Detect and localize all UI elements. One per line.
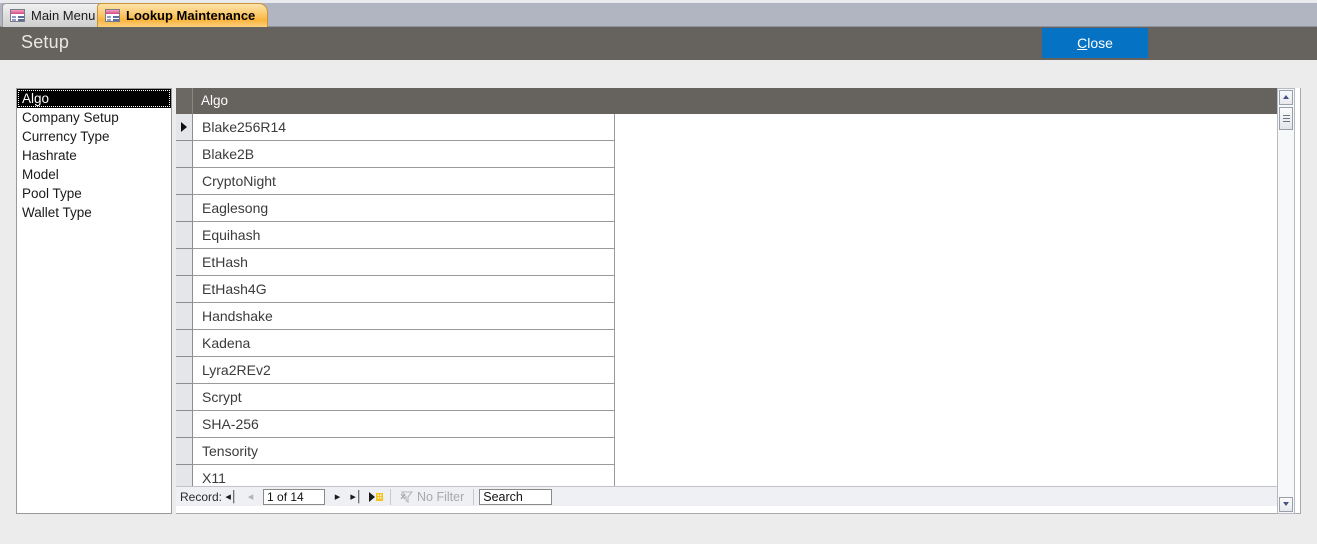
table-row[interactable]: Equihash (176, 222, 1277, 249)
access-form-icon (105, 9, 120, 22)
row-selector[interactable] (176, 303, 193, 330)
scroll-down-icon[interactable] (1279, 497, 1293, 512)
sidebar-item-hashrate[interactable]: Hashrate (17, 146, 171, 165)
next-record-icon[interactable]: ▸ (328, 488, 347, 506)
table-cell-algo[interactable]: EtHash (193, 249, 615, 276)
table-cell-algo[interactable]: Eaglesong (193, 195, 615, 222)
tab-lookup-maintenance-label: Lookup Maintenance (126, 8, 256, 23)
record-navigator-label: Record: (180, 489, 223, 504)
table-row[interactable]: CryptoNight (176, 168, 1277, 195)
form-detail-area: Algo Company Setup Currency Type Hashrat… (0, 60, 1317, 544)
table-row[interactable]: SHA-256 (176, 411, 1277, 438)
column-header-algo[interactable]: Algo (193, 88, 615, 114)
row-selector[interactable] (176, 222, 193, 249)
scroll-thumb[interactable] (1279, 107, 1293, 130)
sidebar-item-currency-type[interactable]: Currency Type (17, 127, 171, 146)
table-cell-algo[interactable]: Handshake (193, 303, 615, 330)
row-selector[interactable] (176, 357, 193, 384)
table-row[interactable]: Handshake (176, 303, 1277, 330)
close-button-accel: C (1077, 35, 1088, 51)
table-cell-algo[interactable]: CryptoNight (193, 168, 615, 195)
table-row[interactable]: EtHash4G (176, 276, 1277, 303)
row-selector[interactable] (176, 168, 193, 195)
filter-status-button[interactable]: No Filter (396, 490, 468, 504)
filter-status-label: No Filter (417, 489, 465, 504)
row-selector[interactable] (176, 330, 193, 357)
table-cell-algo[interactable]: EtHash4G (193, 276, 615, 303)
access-form-icon (10, 9, 25, 22)
close-button-label: lose (1087, 35, 1113, 51)
first-record-icon[interactable]: ◂│ (222, 488, 241, 506)
table-cell-algo[interactable]: X11 (193, 465, 615, 486)
sidebar-item-model[interactable]: Model (17, 165, 171, 184)
table-row[interactable]: Eaglesong (176, 195, 1277, 222)
tab-main-menu-label: Main Menu (31, 8, 96, 23)
table-cell-algo[interactable]: Kadena (193, 330, 615, 357)
navigator-divider-2 (473, 488, 475, 505)
table-row[interactable]: EtHash (176, 249, 1277, 276)
close-button[interactable]: Close (1042, 28, 1148, 58)
row-selector[interactable] (176, 114, 193, 141)
new-record-icon[interactable] (366, 488, 385, 506)
table-row[interactable]: Blake2B (176, 141, 1277, 168)
row-selector[interactable] (176, 438, 193, 465)
previous-record-icon[interactable]: ◂ (241, 488, 260, 506)
category-listbox[interactable]: Algo Company Setup Currency Type Hashrat… (16, 88, 172, 514)
row-selector[interactable] (176, 384, 193, 411)
tab-lookup-maintenance[interactable]: Lookup Maintenance (97, 3, 269, 27)
table-cell-algo[interactable]: Lyra2REv2 (193, 357, 615, 384)
scroll-up-icon[interactable] (1279, 90, 1293, 105)
vertical-scrollbar[interactable] (1277, 88, 1295, 514)
table-row[interactable]: X11 (176, 465, 1277, 486)
table-cell-algo[interactable]: Blake256R14 (193, 114, 615, 141)
page-title: Setup (21, 32, 70, 52)
table-cell-algo[interactable]: Scrypt (193, 384, 615, 411)
filter-icon (400, 490, 414, 503)
row-selector[interactable] (176, 276, 193, 303)
table-cell-algo[interactable]: Blake2B (193, 141, 615, 168)
row-selector[interactable] (176, 411, 193, 438)
last-record-icon[interactable]: ▸│ (347, 488, 366, 506)
row-selector[interactable] (176, 195, 193, 222)
sidebar-item-wallet-type[interactable]: Wallet Type (17, 203, 171, 222)
record-position-input[interactable] (263, 488, 326, 505)
current-record-icon (181, 122, 187, 132)
table-cell-algo[interactable]: Equihash (193, 222, 615, 249)
table-cell-algo[interactable]: SHA-256 (193, 411, 615, 438)
document-tab-bar: Main Menu Lookup Maintenance (0, 0, 1317, 27)
sidebar-item-pool-type[interactable]: Pool Type (17, 184, 171, 203)
record-navigator: Record: ◂│ ◂ ▸ ▸│ (176, 486, 1277, 506)
search-input[interactable] (479, 488, 553, 505)
tab-main-menu[interactable]: Main Menu (2, 3, 109, 27)
table-row[interactable]: Tensority (176, 438, 1277, 465)
table-cell-algo[interactable]: Tensority (193, 438, 615, 465)
row-selector[interactable] (176, 249, 193, 276)
table-row[interactable]: Kadena (176, 330, 1277, 357)
row-selector[interactable] (176, 465, 193, 486)
datasheet-select-all-corner[interactable] (176, 88, 193, 114)
datasheet-subform: Algo Blake256R14 Blake2B CryptoNight Eagles… (176, 88, 1301, 514)
row-selector[interactable] (176, 141, 193, 168)
datasheet-header-row: Algo (176, 88, 1277, 114)
navigator-divider (390, 488, 392, 505)
sidebar-item-company-setup[interactable]: Company Setup (17, 108, 171, 127)
datasheet-rows: Blake256R14 Blake2B CryptoNight Eaglesong Eq… (176, 114, 1277, 486)
table-row[interactable]: Blake256R14 (176, 114, 1277, 141)
sidebar-item-algo[interactable]: Algo (17, 89, 171, 108)
table-row[interactable]: Lyra2REv2 (176, 357, 1277, 384)
table-row[interactable]: Scrypt (176, 384, 1277, 411)
